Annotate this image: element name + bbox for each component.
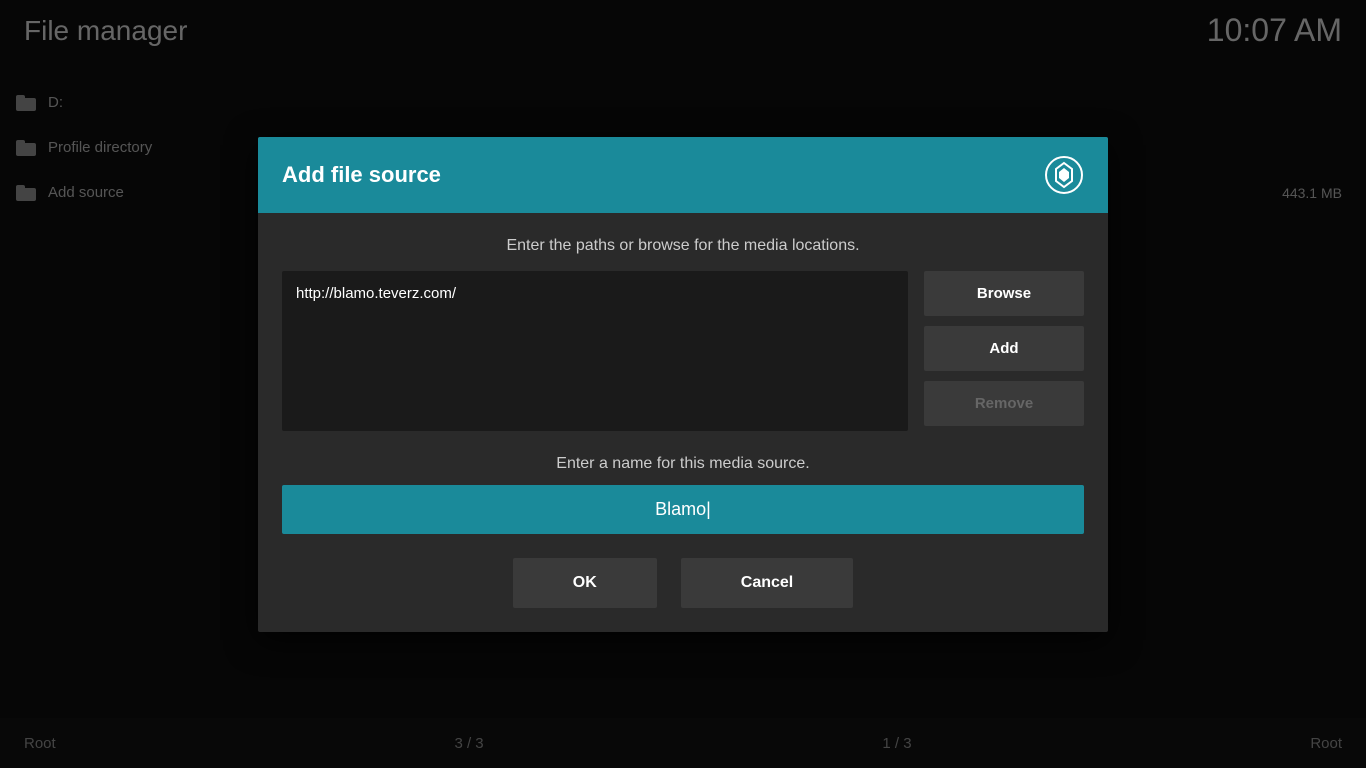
dialog-header: Add file source <box>258 137 1108 213</box>
dialog-title: Add file source <box>282 162 441 188</box>
add-file-source-dialog: Add file source Enter the paths or brows… <box>258 137 1108 632</box>
dialog-body: Enter the paths or browse for the media … <box>258 213 1108 632</box>
modal-overlay: Add file source Enter the paths or brows… <box>0 0 1366 768</box>
path-input[interactable] <box>282 271 908 431</box>
cancel-button[interactable]: Cancel <box>681 558 853 608</box>
dialog-actions: OK Cancel <box>282 558 1084 608</box>
browse-button[interactable]: Browse <box>924 271 1084 316</box>
path-buttons: Browse Add Remove <box>924 271 1084 431</box>
ok-button[interactable]: OK <box>513 558 657 608</box>
name-instruction: Enter a name for this media source. <box>282 455 1084 473</box>
path-section: Browse Add Remove <box>282 271 1084 431</box>
source-name-input[interactable] <box>282 485 1084 534</box>
add-button[interactable]: Add <box>924 326 1084 371</box>
kodi-logo-icon <box>1044 155 1084 195</box>
path-instruction: Enter the paths or browse for the media … <box>282 237 1084 255</box>
remove-button[interactable]: Remove <box>924 381 1084 426</box>
